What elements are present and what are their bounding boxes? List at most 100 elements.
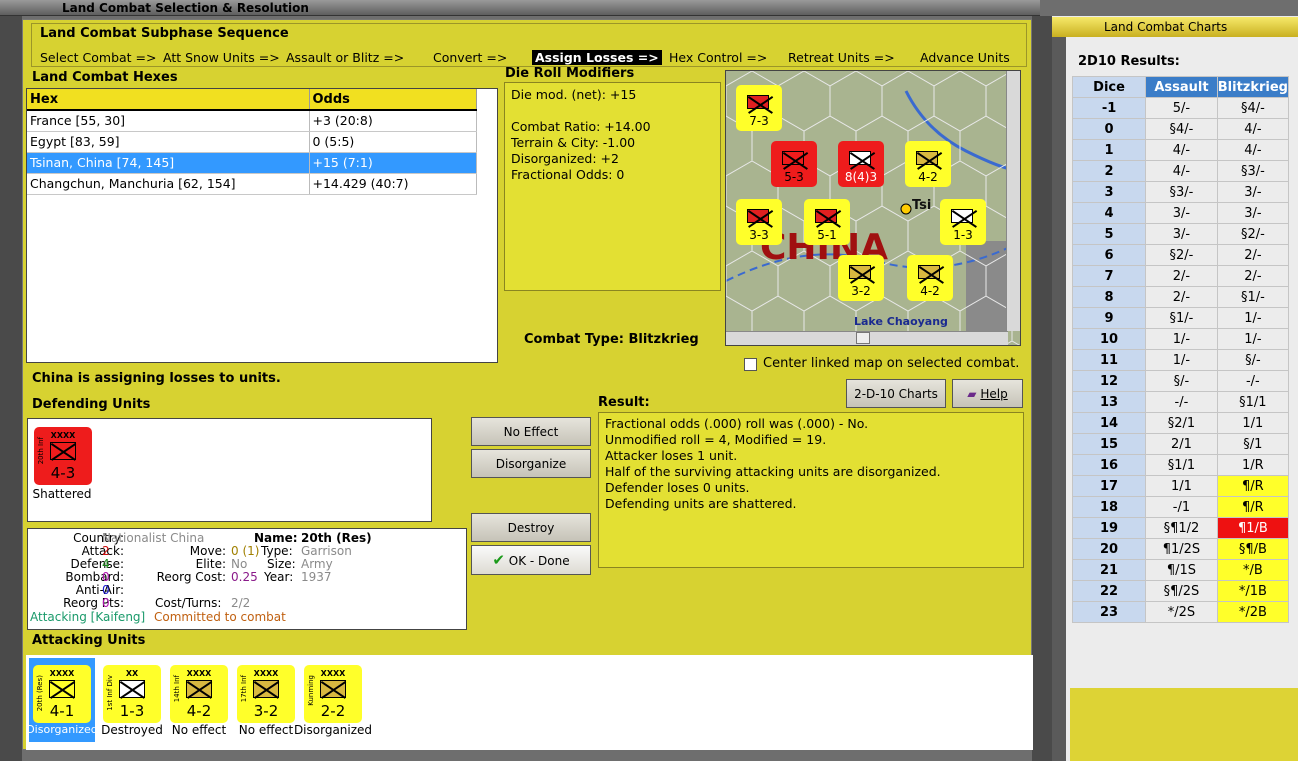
- attack-value: 2: [102, 544, 110, 558]
- dice-cell: 14: [1071, 412, 1147, 434]
- center-map-checkbox[interactable]: [744, 358, 757, 371]
- title-bar: Land Combat Selection & Resolution: [0, 0, 1040, 16]
- blitzkrieg-cell: §¶/B: [1216, 538, 1290, 560]
- blitzkrieg-cell: 3/-: [1216, 202, 1290, 224]
- blitzkrieg-cell: §/-: [1216, 349, 1290, 371]
- map-unit-counter[interactable]: 3-2: [838, 255, 884, 301]
- reorg-pts-label: Reorg Pts:: [63, 596, 124, 610]
- map-unit-counter[interactable]: 5-1: [804, 199, 850, 245]
- assault-column-header: Assault: [1145, 76, 1218, 98]
- map-unit-counter[interactable]: 4-2: [905, 141, 951, 187]
- map-unit-counter[interactable]: 3-3: [736, 199, 782, 245]
- attacking-unit-counter[interactable]: XXXX Kunming 2-2: [304, 665, 362, 723]
- defense-value: 4: [102, 557, 110, 571]
- hexes-table: Hex Odds France [55, 30] +3 (20:8) Egypt…: [27, 89, 477, 195]
- infantry-icon: [119, 680, 145, 698]
- results-row: 3 §3/- 3/-: [1071, 181, 1290, 203]
- blitzkrieg-cell: 2/-: [1216, 265, 1290, 287]
- result-line: Half of the surviving attacking units ar…: [605, 464, 941, 479]
- charts-button[interactable]: 2-D-10 Charts: [846, 379, 946, 408]
- dice-cell: 15: [1071, 433, 1147, 455]
- charts-window-title: Land Combat Charts: [1104, 20, 1228, 34]
- map-unit-counter[interactable]: 1-3: [940, 199, 986, 245]
- hex-row[interactable]: Egypt [83, 59] 0 (5:5): [27, 131, 477, 153]
- bombard-value: 0: [102, 570, 110, 584]
- map-unit-counter[interactable]: 7-3: [736, 85, 782, 131]
- dice-cell: 18: [1071, 496, 1147, 518]
- map-scroll-thumb[interactable]: [856, 332, 870, 344]
- charts-titlebar: Land Combat Charts: [1052, 17, 1298, 37]
- attacking-unit-counter[interactable]: XXXX 17th Inf 3-2: [237, 665, 295, 723]
- modifiers-header: Die Roll Modifiers: [505, 66, 635, 81]
- unit-strength: 4-1: [49, 702, 75, 720]
- hexes-list[interactable]: Hex Odds France [55, 30] +3 (20:8) Egypt…: [26, 88, 498, 363]
- help-button[interactable]: ▰ Help: [952, 379, 1023, 408]
- ok-done-button[interactable]: ✔ OK - Done: [471, 545, 591, 575]
- blitzkrieg-cell: ¶/R: [1216, 496, 1290, 518]
- hex-row-selected[interactable]: Tsinan, China [74, 145] +15 (7:1): [27, 152, 477, 174]
- modifier-line: Die mod. (net): +15: [511, 87, 637, 102]
- defending-unit-counter[interactable]: XXXX 20th Inf 4-3: [34, 427, 92, 485]
- map-vertical-scrollbar[interactable]: [1006, 71, 1020, 331]
- unit-strength: 4-2: [918, 170, 938, 184]
- unit-strength: 2-2: [320, 702, 346, 720]
- map-unit-counter[interactable]: 8(4)3: [838, 141, 884, 187]
- blitzkrieg-cell: ¶/R: [1216, 475, 1290, 497]
- hex-row[interactable]: Changchun, Manchuria [62, 154] +14.429 (…: [27, 173, 477, 195]
- no-effect-button[interactable]: No Effect: [471, 417, 591, 446]
- results-row: 11 1/- §/-: [1071, 349, 1290, 371]
- results-row: 18 -/1 ¶/R: [1071, 496, 1290, 518]
- defending-unit-status: Shattered: [32, 487, 92, 501]
- assault-cell: 4/-: [1145, 160, 1218, 182]
- hex-row[interactable]: France [55, 30] +3 (20:8): [27, 110, 477, 132]
- linked-map[interactable]: CHINA Lake Chaoyang Tsi 7-3 5-3 8(4)3 4-…: [725, 70, 1021, 346]
- blitzkrieg-cell: 1/-: [1216, 328, 1290, 350]
- assault-cell: */2S: [1145, 601, 1218, 623]
- blitzkrieg-cell: 3/-: [1216, 181, 1290, 203]
- step-advance: Advance Units: [920, 50, 1010, 65]
- type-label: Type:: [261, 544, 293, 558]
- result-line: Defending units are shattered.: [605, 496, 797, 511]
- results-row: -1 5/- §4/-: [1071, 97, 1290, 119]
- dice-cell: -1: [1071, 97, 1147, 119]
- result-header: Result:: [598, 395, 650, 410]
- assault-cell: §2/-: [1145, 244, 1218, 266]
- left-frame: [0, 16, 22, 761]
- results-row: 2 4/- §3/-: [1071, 160, 1290, 182]
- cost-turns-label: Cost/Turns:: [155, 596, 222, 610]
- attacking-unit-counter[interactable]: XXXX 20th (Res) 4-1: [33, 665, 91, 723]
- map-unit-counter[interactable]: 5-3: [771, 141, 817, 187]
- unit-strength: 1-3: [953, 228, 973, 242]
- assault-cell: -/1: [1145, 496, 1218, 518]
- blitzkrieg-cell: */B: [1216, 559, 1290, 581]
- unit-strength: 4-2: [920, 284, 940, 298]
- assault-cell: §¶/2S: [1145, 580, 1218, 602]
- assault-cell: §3/-: [1145, 181, 1218, 203]
- disorganize-button[interactable]: Disorganize: [471, 449, 591, 478]
- attacking-unit-counter[interactable]: XXXX 14th Inf 4-2: [170, 665, 228, 723]
- hex-column-header[interactable]: Hex: [27, 89, 310, 111]
- results-row: 14 §2/1 1/1: [1071, 412, 1290, 434]
- map-unit-counter[interactable]: 4-2: [907, 255, 953, 301]
- attacking-unit-counter[interactable]: XX 1st Inf Div 1-3: [103, 665, 161, 723]
- unit-strength: 7-3: [749, 114, 769, 128]
- step-select-combat: Select Combat =>: [40, 50, 157, 65]
- size-label: Size:: [267, 557, 296, 571]
- assigning-text: China is assigning losses to units.: [32, 371, 281, 386]
- year-value: 1937: [301, 570, 332, 584]
- assault-cell: §/-: [1145, 370, 1218, 392]
- elite-label: Elite:: [195, 557, 226, 571]
- odds-column-header[interactable]: Odds: [309, 89, 477, 111]
- modifier-line: Disorganized: +2: [511, 151, 619, 166]
- modifier-line: Combat Ratio: +14.00: [511, 119, 651, 134]
- result-line: Defender loses 0 units.: [605, 480, 750, 495]
- unit-info-panel: Country: Nationalist China Name: 20th (R…: [27, 528, 467, 630]
- modifier-line: Fractional Odds: 0: [511, 167, 625, 182]
- dice-cell: 20: [1071, 538, 1147, 560]
- charts-left-frame: [1052, 37, 1066, 761]
- result-panel: Fractional odds (.000) roll was (.000) -…: [598, 412, 1024, 568]
- move-label: Move:: [189, 544, 226, 558]
- dice-cell: 6: [1071, 244, 1147, 266]
- destroy-button[interactable]: Destroy: [471, 513, 591, 542]
- result-line: Attacker loses 1 unit.: [605, 448, 738, 463]
